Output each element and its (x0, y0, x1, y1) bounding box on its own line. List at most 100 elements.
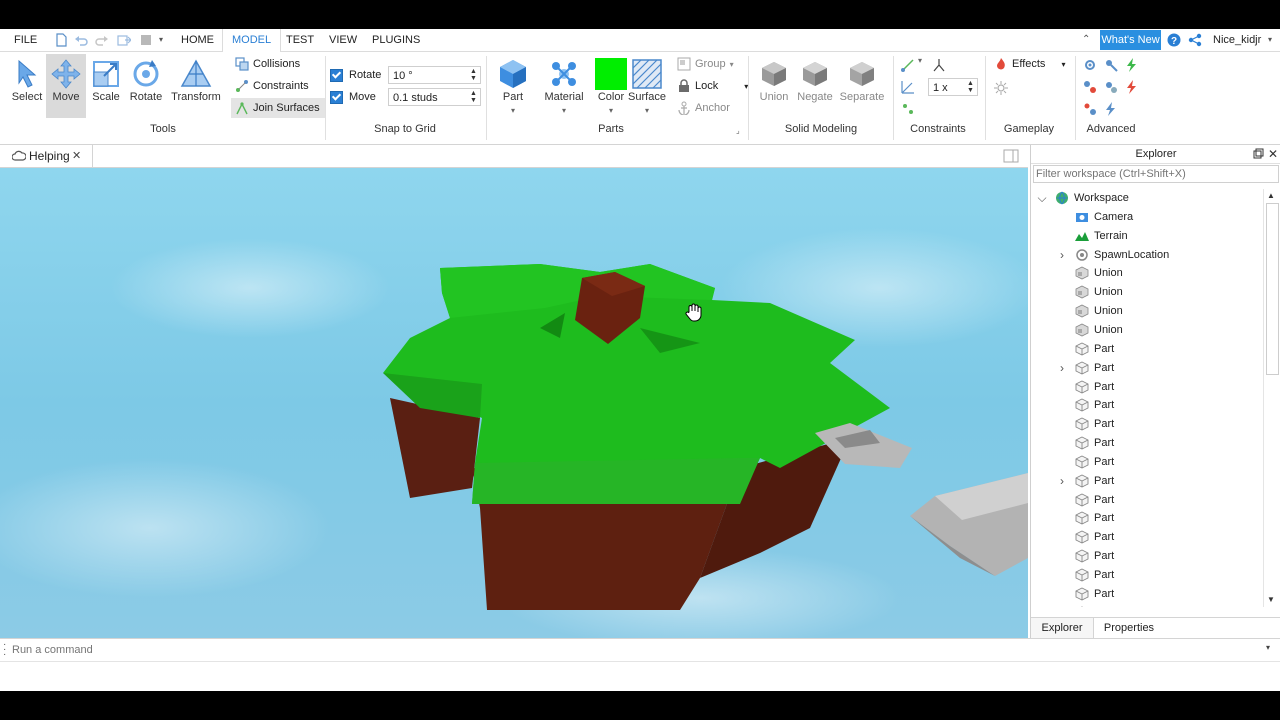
tree-item-part[interactable]: Part (1031, 453, 1263, 471)
command-input[interactable] (12, 642, 1262, 658)
dock-window-icon[interactable] (1003, 149, 1019, 163)
spinner-arrows-icon[interactable]: ▲ ▼ (470, 90, 478, 104)
close-panel-icon[interactable]: ✕ (1268, 145, 1278, 163)
tree-item-part[interactable]: Part (1031, 415, 1263, 433)
surface-button[interactable]: Surface ▾ (627, 54, 667, 118)
tab-view[interactable]: VIEW (329, 29, 357, 51)
undo-icon[interactable] (74, 33, 88, 47)
tab-explorer[interactable]: Explorer (1031, 618, 1094, 639)
tree-item-workspace[interactable]: ⌵ Workspace (1031, 189, 1263, 207)
expand-chevron-icon[interactable]: › (1057, 359, 1067, 377)
scrollbar-thumb[interactable] (1266, 203, 1279, 375)
explorer-filter-input[interactable] (1033, 165, 1279, 183)
rotate-button[interactable]: Rotate (126, 54, 166, 118)
surface-dropdown-icon[interactable]: ▾ (627, 106, 667, 115)
tab-home[interactable]: HOME (181, 29, 214, 51)
tree-item-part[interactable]: Part (1031, 434, 1263, 452)
constraint-scale-input[interactable]: 1 x ▲ ▼ (928, 78, 978, 96)
effects-button[interactable]: Effects ▾ (994, 54, 1065, 74)
material-dropdown-icon[interactable]: ▾ (544, 106, 584, 115)
move-button[interactable]: Move (46, 54, 86, 118)
user-dropdown-icon[interactable]: ▾ (1268, 29, 1272, 51)
tree-item-union[interactable]: Union (1031, 283, 1263, 301)
part-dropdown-icon[interactable]: ▾ (493, 106, 533, 115)
color-button[interactable]: Color ▾ (591, 54, 631, 118)
tree-item-terrain[interactable]: Terrain (1031, 227, 1263, 245)
tree-item-union[interactable]: Union (1031, 264, 1263, 282)
spinner-arrows-icon[interactable]: ▲ ▼ (967, 80, 975, 94)
collapse-chevron-icon[interactable]: ⌵ (1037, 189, 1047, 207)
explorer-scrollbar[interactable]: ▲ ▼ (1263, 189, 1280, 607)
lightning-blue-icon[interactable] (1104, 102, 1118, 116)
close-tab-icon[interactable]: ✕ (72, 145, 81, 167)
gear-icon[interactable] (1083, 58, 1097, 72)
union-button[interactable]: Union (754, 54, 794, 118)
whats-new-button[interactable]: What's New (1100, 30, 1161, 50)
script-icon[interactable] (1104, 58, 1118, 72)
scroll-up-icon[interactable]: ▲ (1267, 191, 1275, 200)
lightning-red-icon[interactable] (1125, 80, 1139, 94)
tree-item-part[interactable]: › Part (1031, 472, 1263, 490)
scale-button[interactable]: Scale (86, 54, 126, 118)
rope-constraint-icon[interactable] (932, 58, 946, 72)
hierarchy-icon[interactable] (1083, 80, 1097, 94)
stop-icon[interactable] (139, 33, 153, 47)
new-file-icon[interactable] (54, 33, 68, 47)
3d-viewport[interactable] (0, 168, 1028, 638)
tree-item-part[interactable]: Part (1031, 547, 1263, 565)
select-button[interactable]: Select (7, 54, 47, 118)
weld-constraint-icon[interactable] (901, 58, 915, 72)
tree-item-part[interactable]: Part (1031, 491, 1263, 509)
drag-handle-icon[interactable]: · · · (3, 640, 6, 660)
anchor-button[interactable]: Anchor (677, 98, 730, 118)
scale-constraint-icon[interactable] (901, 80, 915, 94)
expand-chevron-icon[interactable]: › (1057, 246, 1067, 264)
snap-rotate-checkbox[interactable]: Rotate (330, 65, 381, 85)
tree-item-part[interactable]: Part (1031, 509, 1263, 527)
scene-render[interactable] (0, 168, 1028, 638)
username-label[interactable]: Nice_kidjr (1213, 29, 1261, 51)
redo-icon[interactable] (95, 33, 109, 47)
part-button[interactable]: Part ▾ (493, 54, 533, 118)
module-icon[interactable] (1104, 80, 1118, 94)
negate-button[interactable]: Negate (795, 54, 835, 118)
collisions-toggle[interactable]: Collisions (235, 54, 300, 74)
group-dropdown-icon[interactable]: ▾ (730, 60, 734, 69)
tree-item-part[interactable]: › Part (1031, 359, 1263, 377)
tree-item-part[interactable]: Part (1031, 378, 1263, 396)
lightning-green-icon[interactable] (1125, 58, 1139, 72)
object-icon[interactable] (1083, 102, 1097, 116)
rotate-increment-input[interactable]: 10 ° ▲ ▼ (388, 66, 481, 84)
move-increment-input[interactable]: 0.1 studs ▲ ▼ (388, 88, 481, 106)
undock-icon[interactable] (1253, 148, 1264, 159)
expand-chevron-icon[interactable]: › (1057, 472, 1067, 490)
document-tab-helping[interactable]: Helping ✕ (0, 145, 93, 167)
tab-model[interactable]: MODEL (222, 29, 282, 52)
tree-item-part[interactable]: Part (1031, 528, 1263, 546)
scroll-down-icon[interactable]: ▼ (1267, 595, 1275, 604)
tree-item-part[interactable]: Part (1031, 340, 1263, 358)
tree-item-part[interactable]: Part (1031, 396, 1263, 414)
publish-icon[interactable] (117, 33, 131, 47)
tree-item-spawnlocation[interactable]: › SpawnLocation (1031, 246, 1263, 264)
constraints-toggle[interactable]: Constraints (235, 76, 309, 96)
separate-button[interactable]: Separate (840, 54, 884, 118)
lock-button[interactable]: Lock ▾ (677, 76, 748, 96)
transform-button[interactable]: Transform (171, 54, 221, 118)
share-icon[interactable] (1188, 33, 1202, 47)
attachment-icon[interactable] (901, 102, 915, 116)
effects-dropdown-icon[interactable]: ▾ (1061, 60, 1065, 69)
tab-test[interactable]: TEST (286, 29, 314, 51)
color-dropdown-icon[interactable]: ▾ (591, 106, 631, 115)
command-history-dropdown-icon[interactable]: ▾ (1266, 643, 1270, 652)
tab-properties[interactable]: Properties (1095, 618, 1163, 639)
tree-item-part[interactable]: Part (1031, 585, 1263, 603)
tree-item-part[interactable]: Part (1031, 604, 1263, 607)
quick-access-dropdown-icon[interactable]: ▾ (159, 29, 163, 51)
file-menu[interactable]: FILE (14, 29, 37, 51)
tree-item-camera[interactable]: Camera (1031, 208, 1263, 226)
tree-item-part[interactable]: Part (1031, 566, 1263, 584)
material-button[interactable]: Material ▾ (544, 54, 584, 118)
tab-plugins[interactable]: PLUGINS (372, 29, 420, 51)
parts-dialog-launcher-icon[interactable]: ⌟ (736, 126, 740, 135)
